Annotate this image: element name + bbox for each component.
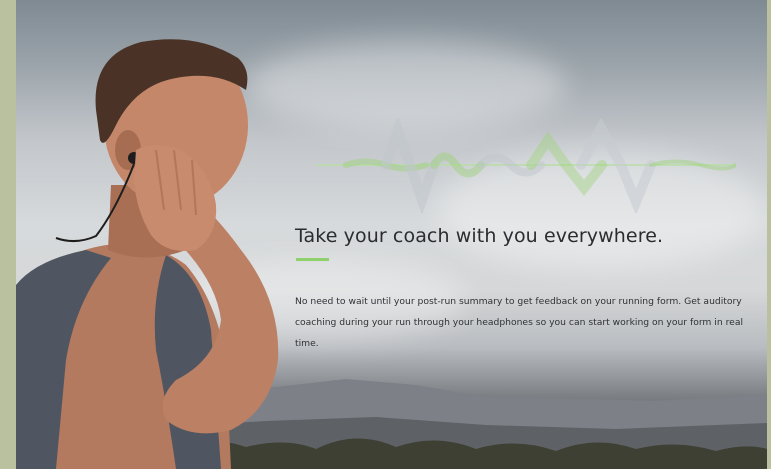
hero-headline: Take your coach with you everywhere. [295,225,664,247]
hero-section: Take your coach with you everywhere. No … [16,0,767,469]
runner-photo [16,39,279,469]
page-frame: Take your coach with you everywhere. No … [0,0,771,469]
headline-accent-line [296,258,329,261]
audio-waveform-icon [316,118,736,213]
hero-body-text: No need to wait until your post-run summ… [295,296,744,349]
